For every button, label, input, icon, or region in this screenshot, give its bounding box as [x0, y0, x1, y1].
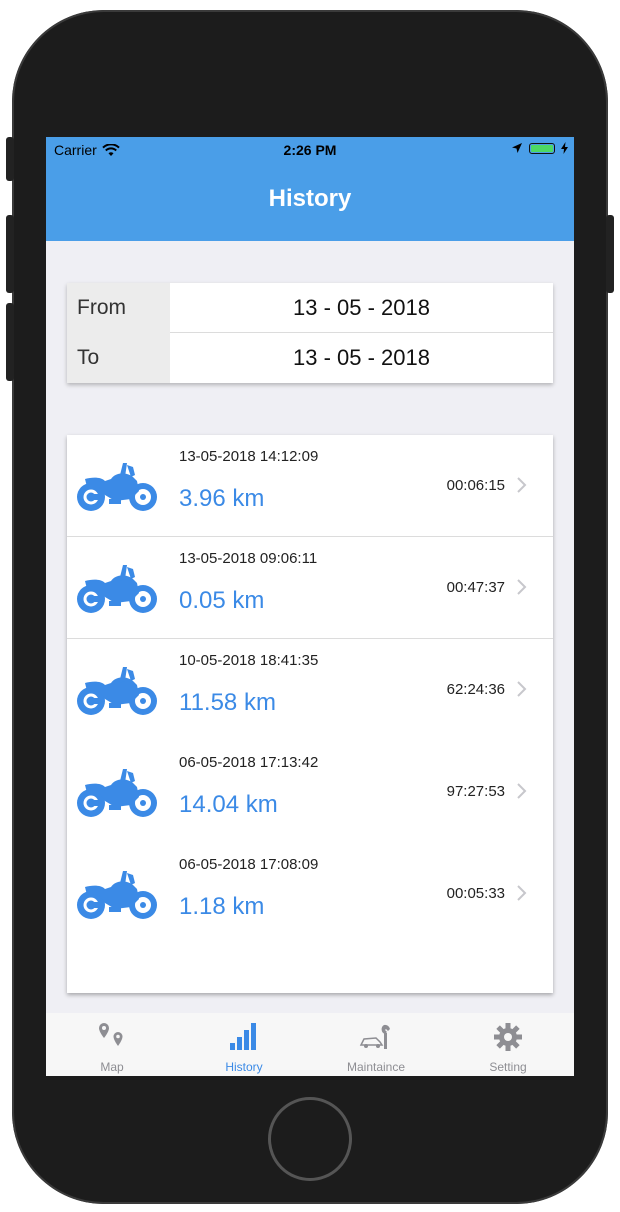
from-label: From — [67, 283, 170, 333]
page-title: History — [268, 185, 352, 212]
from-row[interactable]: From 13 - 05 - 2018 — [67, 283, 553, 333]
to-label: To — [67, 333, 170, 383]
trip-distance: 0.05 km — [179, 587, 265, 614]
volume-down-button — [6, 303, 14, 381]
trip-row[interactable]: 13-05-2018 09:06:11 0.05 km 00:47:37 — [67, 537, 553, 639]
to-date-value[interactable]: 13 - 05 - 2018 — [170, 333, 553, 383]
tab-maintaince[interactable]: Maintaince — [310, 1013, 442, 1076]
tab-bar: Map History Maintaince Setting — [46, 1013, 574, 1076]
home-button[interactable] — [268, 1097, 352, 1181]
trip-row[interactable]: 06-05-2018 17:08:09 1.18 km 00:05:33 — [67, 843, 553, 945]
navigation-bar: History — [46, 163, 574, 241]
map-pins-icon — [99, 1023, 123, 1046]
gear-icon — [494, 1023, 522, 1051]
motorcycle-icon — [77, 667, 157, 715]
trip-row[interactable]: 06-05-2018 17:13:42 14.04 km 97:27:53 — [67, 741, 553, 843]
motorcycle-icon — [77, 565, 157, 613]
tab-map-label: Map — [100, 1060, 124, 1074]
tab-setting-label: Setting — [489, 1060, 527, 1074]
status-bar: Carrier 2:26 PM — [46, 137, 574, 163]
tab-map[interactable]: Map — [46, 1013, 178, 1076]
tab-setting[interactable]: Setting — [442, 1013, 574, 1076]
from-date-value[interactable]: 13 - 05 - 2018 — [170, 283, 553, 333]
chevron-right-icon — [517, 579, 527, 595]
trip-duration: 00:47:37 — [446, 579, 505, 596]
chevron-right-icon — [517, 783, 527, 799]
trip-row[interactable]: 10-05-2018 18:41:35 11.58 km 62:24:36 — [67, 639, 553, 741]
trip-datetime: 06-05-2018 17:08:09 — [179, 856, 319, 873]
trip-duration: 62:24:36 — [446, 681, 505, 698]
trip-duration: 00:06:15 — [446, 477, 505, 494]
tab-history-label: History — [225, 1060, 263, 1074]
trip-datetime: 06-05-2018 17:13:42 — [179, 754, 319, 771]
motorcycle-icon — [77, 463, 157, 511]
trip-distance: 1.18 km — [179, 893, 265, 920]
motorcycle-icon — [77, 871, 157, 919]
status-time: 2:26 PM — [283, 142, 337, 158]
bar-chart-icon — [230, 1023, 256, 1050]
chevron-right-icon — [517, 681, 527, 697]
trip-datetime: 10-05-2018 18:41:35 — [179, 652, 319, 669]
power-button — [606, 215, 614, 293]
trip-distance: 11.58 km — [179, 689, 276, 716]
date-filter: From 13 - 05 - 2018 To 13 - 05 - 2018 — [67, 283, 553, 383]
mute-switch — [6, 137, 14, 181]
trip-distance: 3.96 km — [179, 485, 265, 512]
charging-bolt-icon — [561, 142, 568, 154]
tab-maintaince-label: Maintaince — [346, 1060, 406, 1074]
trip-row[interactable]: 13-05-2018 14:12:09 3.96 km 00:06:15 — [67, 435, 553, 537]
trip-datetime: 13-05-2018 09:06:11 — [179, 550, 318, 567]
volume-up-button — [6, 215, 14, 293]
trip-datetime: 13-05-2018 14:12:09 — [179, 448, 319, 465]
trip-list: 13-05-2018 14:12:09 3.96 km 00:06:15 13-… — [67, 435, 553, 993]
trip-distance: 14.04 km — [179, 791, 278, 818]
chevron-right-icon — [517, 885, 527, 901]
chevron-right-icon — [517, 477, 527, 493]
car-wrench-icon — [359, 1024, 390, 1049]
to-row[interactable]: To 13 - 05 - 2018 — [67, 333, 553, 383]
location-arrow-icon — [512, 143, 522, 153]
motorcycle-icon — [77, 769, 157, 817]
battery-icon — [529, 142, 555, 154]
trip-duration: 97:27:53 — [446, 783, 505, 800]
trip-duration: 00:05:33 — [446, 885, 505, 902]
tab-history[interactable]: History — [178, 1013, 310, 1076]
app-screen: Carrier 2:26 PM History From 13 - 05 - 2… — [46, 137, 574, 1076]
